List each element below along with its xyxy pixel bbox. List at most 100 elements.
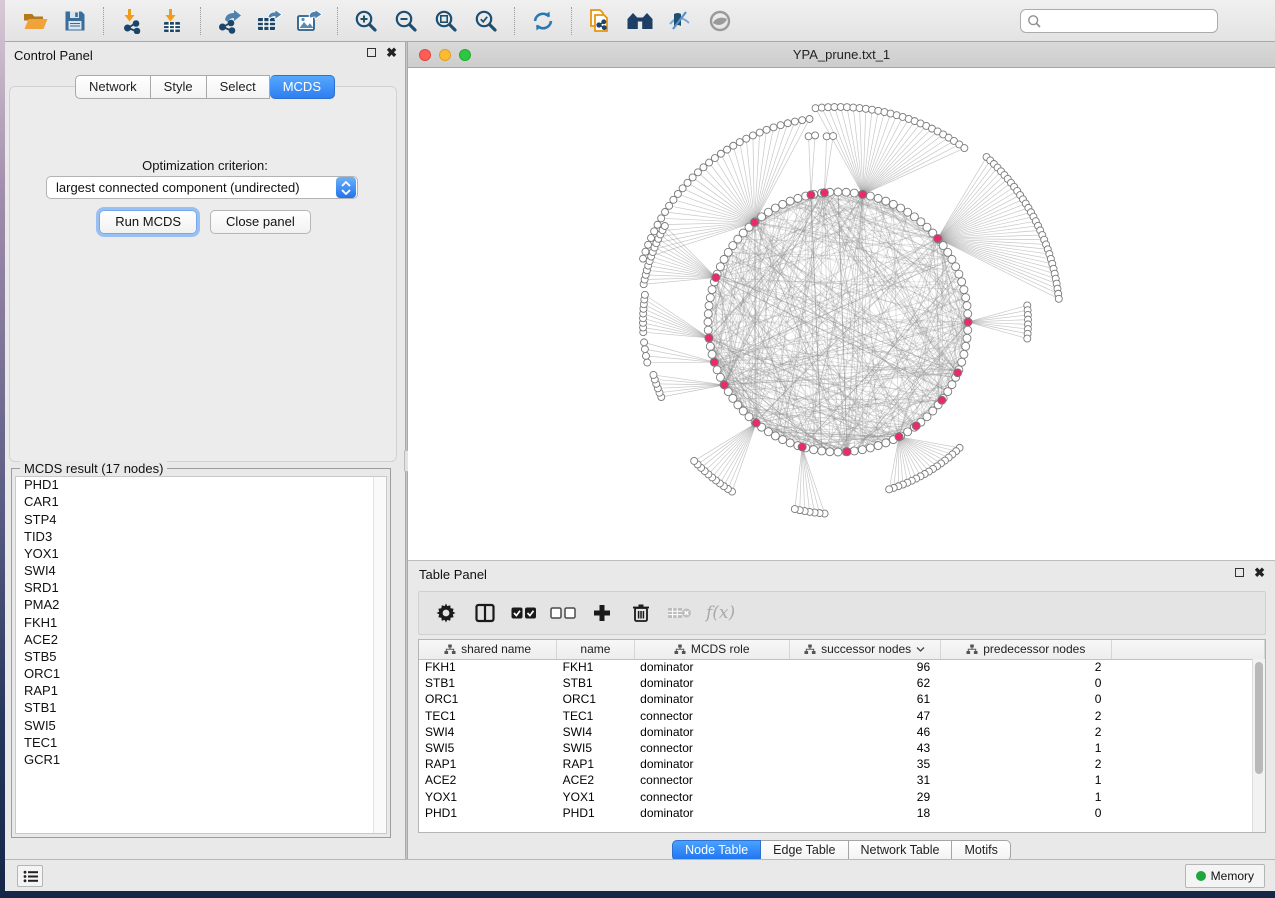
zoom-out-icon[interactable] [391, 6, 421, 36]
tab-select[interactable]: Select [207, 75, 270, 99]
import-table-icon[interactable] [157, 6, 187, 36]
table-scrollbar-thumb[interactable] [1255, 662, 1263, 774]
export-network-icon[interactable] [214, 6, 244, 36]
import-network-icon[interactable] [117, 6, 147, 36]
column-header-name[interactable]: name [557, 640, 635, 659]
list-item[interactable]: TID3 [16, 529, 386, 546]
table-panel: Table Panel ✖ [408, 560, 1275, 859]
window-close-icon[interactable] [419, 49, 431, 61]
delete-table-icon [667, 600, 693, 626]
tab-network-table[interactable]: Network Table [849, 840, 953, 861]
list-item[interactable]: PHD1 [16, 477, 386, 494]
tab-mcds[interactable]: MCDS [270, 75, 335, 99]
list-item[interactable]: SRD1 [16, 580, 386, 597]
tab-node-table[interactable]: Node Table [672, 840, 761, 861]
memory-label: Memory [1211, 869, 1254, 883]
toolbar-separator [200, 7, 201, 35]
search-icon [1027, 14, 1042, 29]
table-row[interactable]: SWI5SWI5connector431 [419, 740, 1265, 756]
export-image-icon[interactable] [294, 6, 324, 36]
list-item[interactable]: YOX1 [16, 546, 386, 563]
memory-button[interactable]: Memory [1185, 864, 1265, 888]
list-item[interactable]: PMA2 [16, 597, 386, 614]
close-table-panel-icon[interactable]: ✖ [1254, 568, 1265, 577]
close-panel-button[interactable]: Close panel [210, 210, 311, 234]
column-header-predecessor-nodes[interactable]: predecessor nodes [940, 640, 1111, 659]
criterion-dropdown[interactable]: largest connected component (undirected) [46, 176, 358, 199]
mcds-result-items: PHD1CAR1STP4TID3YOX1SWI4SRD1PMA2FKH1ACE2… [16, 477, 386, 769]
zoom-in-icon[interactable] [351, 6, 381, 36]
tab-style[interactable]: Style [151, 75, 207, 99]
search-box[interactable] [1020, 9, 1218, 33]
table-row[interactable]: ACE2ACE2connector311 [419, 772, 1265, 788]
select-all-icon[interactable] [511, 600, 537, 626]
add-column-icon[interactable] [589, 600, 615, 626]
split-columns-icon[interactable] [472, 600, 498, 626]
application-window: Control Panel ✖ Network Style Select MCD… [5, 0, 1275, 891]
dropdown-stepper-icon [336, 177, 356, 198]
list-item[interactable]: CAR1 [16, 494, 386, 511]
table-row[interactable]: ORC1ORC1dominator610 [419, 691, 1265, 707]
float-panel-icon[interactable] [367, 48, 376, 57]
zoom-selected-icon[interactable] [471, 6, 501, 36]
tab-motifs[interactable]: Motifs [952, 840, 1010, 861]
tab-edge-table[interactable]: Edge Table [761, 840, 848, 861]
run-mcds-button[interactable]: Run MCDS [99, 210, 197, 234]
list-item[interactable]: RAP1 [16, 683, 386, 700]
refresh-layout-icon[interactable] [528, 6, 558, 36]
column-header-MCDS-role[interactable]: MCDS role [634, 640, 789, 659]
list-item[interactable]: STB1 [16, 700, 386, 717]
column-header-empty [1111, 640, 1264, 659]
table-row[interactable]: STB1STB1dominator620 [419, 675, 1265, 691]
list-item[interactable]: STB5 [16, 649, 386, 666]
float-table-panel-icon[interactable] [1235, 568, 1244, 577]
table-row[interactable]: FKH1FKH1dominator962 [419, 659, 1265, 675]
list-item[interactable]: GCR1 [16, 752, 386, 769]
list-item[interactable]: STP4 [16, 511, 386, 528]
save-session-icon[interactable] [60, 6, 90, 36]
delete-column-icon[interactable] [628, 600, 654, 626]
table-row[interactable]: SWI4SWI4dominator462 [419, 724, 1265, 740]
network-window-titlebar[interactable]: YPA_prune.txt_1 [408, 42, 1275, 68]
criterion-value: largest connected component (undirected) [47, 180, 336, 195]
close-panel-icon[interactable]: ✖ [386, 48, 397, 57]
list-item[interactable]: SWI5 [16, 717, 386, 734]
list-item[interactable]: FKH1 [16, 614, 386, 631]
gear-icon[interactable] [433, 600, 459, 626]
task-history-button[interactable] [17, 865, 43, 887]
deselect-all-icon[interactable] [550, 600, 576, 626]
search-input[interactable] [1042, 14, 1217, 28]
export-table-icon[interactable] [254, 6, 284, 36]
status-bar: Memory [5, 859, 1275, 891]
column-header-successor-nodes[interactable]: successor nodes [789, 640, 940, 659]
list-item[interactable]: ORC1 [16, 666, 386, 683]
list-item[interactable]: ACE2 [16, 632, 386, 649]
table-row[interactable]: PHD1PHD1dominator180 [419, 805, 1265, 821]
zoom-fit-icon[interactable] [431, 6, 461, 36]
network-graph[interactable] [408, 68, 1272, 560]
network-canvas[interactable] [408, 68, 1275, 560]
show-all-icon[interactable] [705, 6, 735, 36]
window-maximize-icon[interactable] [459, 49, 471, 61]
tab-network[interactable]: Network [75, 75, 151, 99]
copy-network-icon[interactable] [585, 6, 615, 36]
open-file-icon[interactable] [20, 6, 50, 36]
control-panel-header: Control Panel ✖ [5, 42, 405, 68]
table-tabs: Node Table Edge Table Network Table Moti… [408, 840, 1275, 861]
control-panel-title: Control Panel [14, 48, 93, 63]
table-scrollbar[interactable] [1252, 659, 1265, 832]
list-item[interactable]: TEC1 [16, 735, 386, 752]
mcds-list-scrollbar[interactable] [373, 477, 386, 833]
column-header-shared-name[interactable]: shared name [419, 640, 557, 659]
window-minimize-icon[interactable] [439, 49, 451, 61]
hide-selected-icon[interactable] [665, 6, 695, 36]
list-icon [23, 870, 38, 883]
control-panel: Control Panel ✖ Network Style Select MCD… [5, 42, 405, 859]
binoculars-icon[interactable] [625, 6, 655, 36]
table-row[interactable]: TEC1TEC1connector472 [419, 708, 1265, 724]
list-item[interactable]: SWI4 [16, 563, 386, 580]
table-row[interactable]: RAP1RAP1dominator352 [419, 756, 1265, 772]
table-row[interactable]: YOX1YOX1connector291 [419, 789, 1265, 805]
table-panel-title: Table Panel [419, 567, 487, 582]
mcds-result-title: MCDS result (17 nodes) [20, 461, 167, 476]
